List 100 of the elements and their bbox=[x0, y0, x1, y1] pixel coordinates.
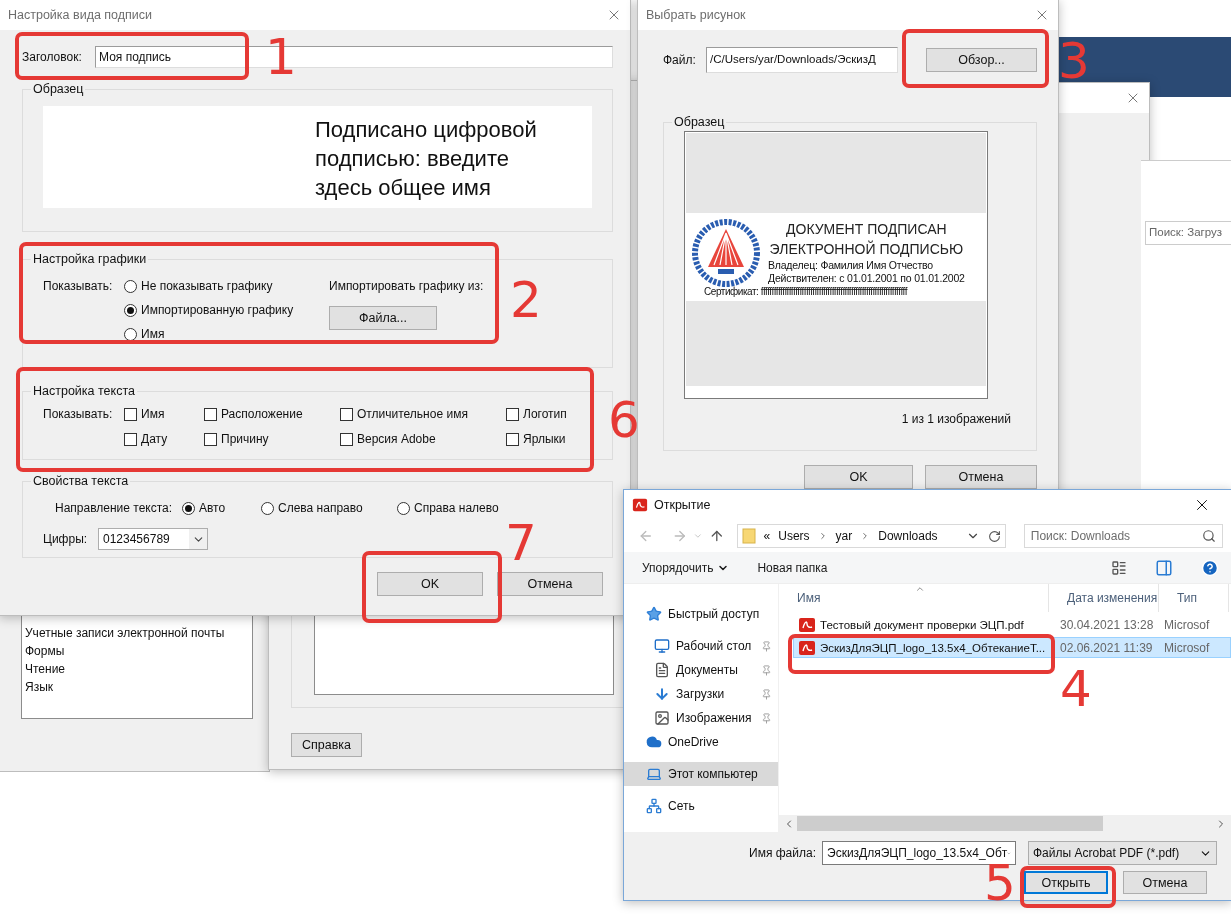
view-icon[interactable] bbox=[1111, 559, 1127, 576]
file-row[interactable]: Тестовый документ проверки ЭЦП.pdf 30.04.2021 13:28 Microsof bbox=[793, 614, 1231, 635]
sidebar-label: Сеть bbox=[668, 799, 696, 813]
radio-option[interactable]: Справа налево bbox=[397, 496, 499, 520]
radio-option[interactable]: Не показывать графику bbox=[124, 274, 329, 298]
group-title: Образец bbox=[673, 115, 726, 129]
browse-button[interactable]: Обзор... bbox=[926, 48, 1037, 72]
checkbox-option[interactable]: Дату bbox=[124, 427, 204, 451]
checkbox-option[interactable]: Расположение bbox=[204, 402, 340, 426]
sidebar-item[interactable]: Документы bbox=[624, 658, 778, 682]
sidebar-item[interactable]: Загрузки bbox=[624, 682, 778, 706]
checkbox[interactable] bbox=[204, 432, 217, 446]
list-item[interactable]: Учетные записи электронной почты bbox=[25, 624, 252, 642]
image-counter: 1 из 1 изображений bbox=[901, 412, 1011, 426]
path-segment[interactable]: yar bbox=[835, 529, 853, 543]
sort-icon bbox=[915, 584, 925, 594]
checkbox-label: Причину bbox=[221, 432, 269, 446]
checkbox[interactable] bbox=[124, 407, 137, 421]
checkbox[interactable] bbox=[340, 407, 353, 421]
refresh-icon[interactable] bbox=[987, 529, 1001, 543]
sidebar-label: Документы bbox=[676, 663, 739, 677]
field-label: Направление текста: bbox=[55, 501, 174, 515]
sidebar-item[interactable]: Сеть bbox=[624, 794, 778, 818]
address-bar[interactable]: « Users yar Downloads bbox=[736, 524, 1006, 548]
file-name: ЭскизДляЭЦП_logo_13.5x4_ОбтеканиеТ... bbox=[820, 641, 1046, 654]
radio-option[interactable]: Импортированную графику bbox=[124, 298, 329, 322]
pdf-file-icon bbox=[798, 616, 816, 633]
radio-button[interactable] bbox=[124, 303, 137, 317]
sidebar-label: Быстрый доступ bbox=[668, 607, 761, 621]
checkbox-option[interactable]: Версия Adobe bbox=[340, 427, 506, 451]
sidebar-item[interactable]: Быстрый доступ bbox=[624, 602, 778, 626]
window-title: Выбрать рисунок bbox=[646, 8, 746, 22]
organize-menu[interactable]: Упорядочить bbox=[642, 560, 730, 575]
digits-dropdown[interactable]: 0123456789 bbox=[98, 528, 208, 550]
sidebar-item[interactable]: Этот компьютер bbox=[624, 762, 778, 786]
radio-option[interactable]: Слева направо bbox=[261, 496, 397, 520]
radio-button[interactable] bbox=[261, 501, 274, 515]
cancel-button[interactable]: Отмена bbox=[497, 572, 603, 596]
path-overflow[interactable]: « bbox=[763, 529, 771, 543]
sidebar-item[interactable]: OneDrive bbox=[624, 730, 778, 754]
radio-option[interactable]: Авто bbox=[182, 496, 261, 520]
step-number: 2 bbox=[510, 275, 542, 325]
radio-button[interactable] bbox=[124, 279, 137, 293]
horizontal-scrollbar[interactable] bbox=[779, 815, 1231, 832]
checkbox[interactable] bbox=[204, 407, 217, 421]
help-button[interactable]: Справка bbox=[291, 733, 362, 757]
checkbox-option[interactable]: Ярлыки bbox=[506, 427, 567, 451]
checkbox[interactable] bbox=[124, 432, 137, 446]
radio-label: Авто bbox=[199, 501, 226, 515]
open-button[interactable]: Открыть bbox=[1024, 871, 1108, 894]
radio-button[interactable] bbox=[182, 501, 195, 515]
checkbox-option[interactable]: Логотип bbox=[506, 402, 567, 426]
file-type-dropdown[interactable]: Файлы Acrobat PDF (*.pdf) bbox=[1028, 841, 1217, 865]
checkbox-option[interactable]: Отличительное имя bbox=[340, 402, 506, 426]
star-icon bbox=[646, 606, 662, 622]
search-field[interactable]: Поиск: Загруз bbox=[1145, 221, 1231, 245]
new-folder-button[interactable]: Новая папка bbox=[757, 560, 828, 575]
pdf-file-icon bbox=[798, 639, 816, 656]
file-date: 02.06.2021 11:39 bbox=[1059, 640, 1154, 655]
radio-option[interactable]: Имя bbox=[124, 322, 329, 346]
radio-button[interactable] bbox=[397, 501, 410, 515]
ok-button[interactable]: OK bbox=[804, 465, 913, 489]
file-path-field[interactable]: /C/Users/yar/Downloads/ЭскизД bbox=[706, 47, 898, 73]
ok-button[interactable]: OK bbox=[377, 572, 483, 596]
sidebar-label: Этот компьютер bbox=[668, 767, 759, 781]
checkbox-option[interactable]: Имя bbox=[124, 402, 204, 426]
column-header[interactable]: Имя bbox=[779, 584, 1049, 612]
checkbox[interactable] bbox=[506, 432, 519, 446]
sidebar-item[interactable]: Рабочий стол bbox=[624, 634, 778, 658]
help-icon[interactable] bbox=[1201, 558, 1219, 577]
field-label: Имя файла: bbox=[749, 846, 816, 860]
file-type: Microsof bbox=[1163, 617, 1211, 632]
list-item[interactable]: Формы bbox=[25, 642, 252, 660]
file-button[interactable]: Файла... bbox=[329, 306, 437, 330]
search-field[interactable]: Поиск: Downloads bbox=[1023, 524, 1223, 548]
group-title: Свойства текста bbox=[32, 474, 130, 488]
cancel-button[interactable]: Отмена bbox=[1123, 871, 1207, 894]
file-date: 30.04.2021 13:28 bbox=[1059, 617, 1155, 632]
list-item[interactable]: Чтение bbox=[25, 660, 252, 678]
cloud-icon bbox=[646, 734, 662, 750]
checkbox-label: Имя bbox=[141, 407, 165, 421]
path-segment[interactable]: Users bbox=[778, 529, 810, 543]
radio-button[interactable] bbox=[124, 327, 137, 341]
column-header[interactable]: Дата изменения bbox=[1049, 584, 1159, 612]
filename-field[interactable]: ЭскизДляЭЦП_logo_13.5x4_Обт bbox=[822, 841, 1016, 865]
radio-label: Слева направо bbox=[278, 501, 363, 515]
preview-text: Сертификат: ffffffffffffffffffffffffffffffffffffffffffffffffffffffffffffffffffff bbox=[704, 286, 907, 297]
scroll-thumb[interactable] bbox=[797, 816, 1103, 831]
sidebar-item[interactable]: Изображения bbox=[624, 706, 778, 730]
column-header[interactable]: Тип bbox=[1159, 584, 1229, 612]
list-item[interactable]: Язык bbox=[25, 678, 252, 696]
checkbox-option[interactable]: Причину bbox=[204, 427, 340, 451]
checkbox[interactable] bbox=[506, 407, 519, 421]
preview-pane-icon[interactable] bbox=[1155, 558, 1173, 577]
file-row[interactable]: ЭскизДляЭЦП_logo_13.5x4_ОбтеканиеТ... 02.06.2021 11:39 Microsof bbox=[793, 637, 1231, 658]
checkbox-label: Версия Adobe bbox=[357, 432, 436, 446]
cancel-button[interactable]: Отмена bbox=[925, 465, 1037, 489]
radio-label: Имя bbox=[141, 327, 165, 341]
checkbox[interactable] bbox=[340, 432, 353, 446]
path-segment[interactable]: Downloads bbox=[878, 529, 938, 543]
